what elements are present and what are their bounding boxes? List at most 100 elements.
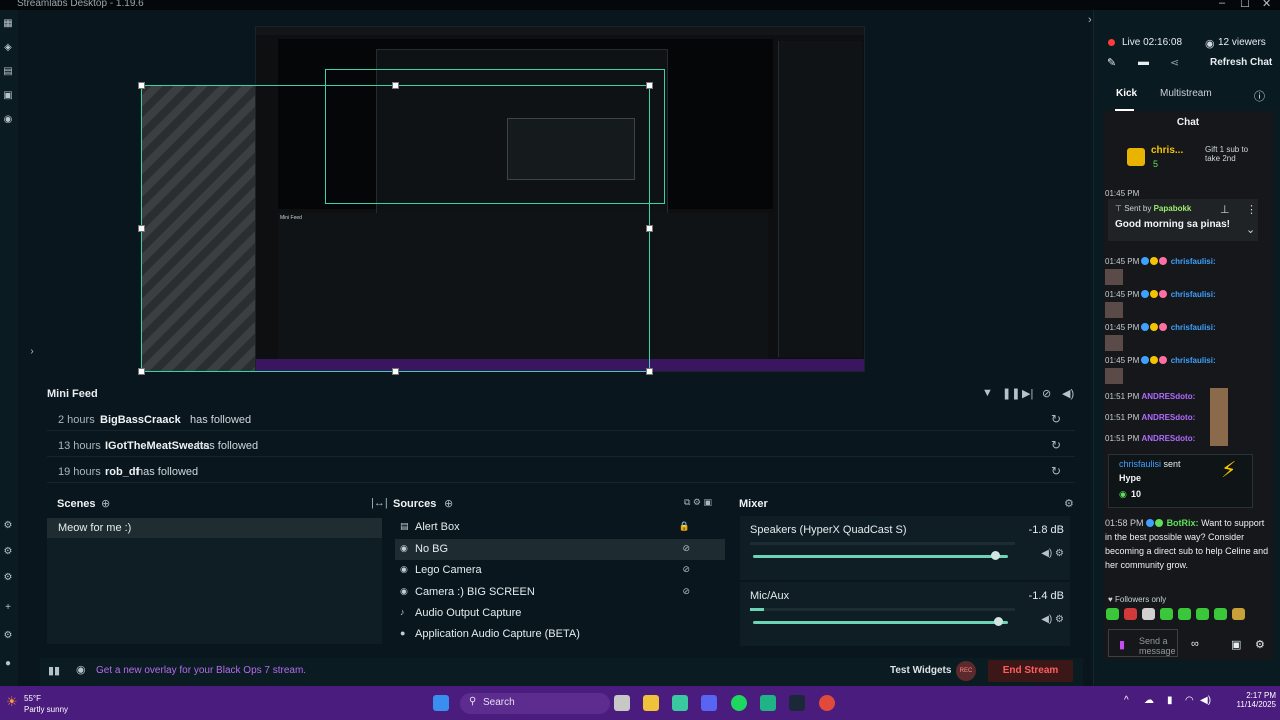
chevron-down-icon[interactable]: ⌄ — [1246, 223, 1255, 236]
link-icon[interactable]: ∞ — [1191, 638, 1199, 650]
stats-icon[interactable]: ▮▮ — [48, 664, 60, 677]
mute-icon[interactable]: ◀) ⚙ — [1041, 548, 1064, 559]
tools-icon[interactable]: ⚙ — [2, 520, 14, 532]
folder-icon[interactable]: ▬ — [1138, 56, 1149, 68]
steam-icon[interactable] — [789, 695, 805, 711]
notification-icon[interactable]: ◉ — [76, 663, 86, 676]
volume-icon[interactable]: ◀) — [1200, 695, 1211, 706]
tab-kick[interactable]: Kick — [1116, 88, 1137, 99]
taskbar-search[interactable]: Search — [460, 693, 610, 714]
share-icon[interactable]: ⋖ — [1170, 56, 1179, 69]
mute-icon[interactable]: ◀) ⚙ — [1041, 614, 1064, 625]
collapse-chat-icon[interactable]: › — [1088, 14, 1092, 26]
mute-alerts-icon[interactable]: ⊘ — [1042, 387, 1051, 400]
source-row[interactable]: ● Application Audio Capture (BETA) — [395, 624, 725, 645]
settings-icon[interactable]: ⚙ — [2, 630, 14, 642]
edit-icon[interactable]: ✎ — [1107, 56, 1116, 69]
source-row[interactable]: ♪ Audio Output Capture — [395, 603, 725, 624]
replay-icon[interactable]: ↻ — [1051, 464, 1061, 478]
task-view-icon[interactable] — [614, 695, 630, 711]
resize-handle[interactable] — [138, 368, 145, 375]
unpin-icon[interactable]: ⊥ — [1220, 203, 1230, 216]
source-row[interactable]: ◉ Lego Camera ⊘ — [395, 560, 725, 581]
profile-icon[interactable]: ● — [2, 658, 14, 670]
followers-only-label: ♥ Followers only — [1108, 595, 1167, 604]
tray-chevron-icon[interactable]: ^ — [1124, 695, 1129, 706]
highlighter-icon[interactable]: ⚙ — [2, 546, 14, 558]
volume-slider[interactable] — [753, 555, 1008, 558]
close-icon[interactable]: ✕ — [1262, 0, 1271, 10]
scenes-title: Scenes — [57, 498, 96, 510]
expand-left-icon[interactable]: › — [26, 346, 38, 358]
store-icon[interactable]: ▤ — [2, 66, 14, 78]
visibility-icon[interactable]: ⊘ — [682, 543, 690, 554]
channel-db: -1.8 dB — [1028, 524, 1064, 536]
volume-knob[interactable] — [993, 617, 1003, 626]
more-icon[interactable]: ⋮ — [1246, 203, 1257, 216]
windows-start-icon[interactable] — [433, 695, 449, 711]
scene-item[interactable]: Meow for me :) — [47, 518, 382, 538]
streamlabs-icon[interactable] — [760, 695, 776, 711]
replay-icon[interactable]: ↻ — [1051, 438, 1061, 452]
add-source-icon[interactable]: ⊕ — [444, 497, 453, 510]
visibility-icon[interactable]: ⊘ — [682, 586, 690, 597]
filter-icon[interactable]: ▼ — [982, 387, 993, 399]
dashboard-icon[interactable]: ▦ — [2, 18, 14, 30]
info-icon[interactable]: ⓘ — [1254, 88, 1265, 104]
volume-icon[interactable]: ◀) — [1062, 387, 1074, 400]
volume-slider[interactable] — [753, 621, 1008, 624]
replay-icon[interactable]: ↻ — [1051, 412, 1061, 426]
app-icon[interactable] — [672, 695, 688, 711]
scene-transition-icon[interactable]: |↔| — [371, 497, 388, 509]
gift-prompt[interactable]: Gift 1 sub to take 2nd — [1205, 145, 1255, 163]
spotify-icon[interactable] — [731, 695, 747, 711]
studio-icon[interactable]: ◉ — [2, 114, 14, 126]
themes-icon[interactable]: ◈ — [2, 42, 14, 54]
resize-handle[interactable] — [138, 225, 145, 232]
resize-handle[interactable] — [392, 82, 399, 89]
source-row[interactable]: ▤ Alert Box 🔒 — [395, 517, 725, 538]
mini-feed-title: Mini Feed — [47, 388, 98, 400]
resize-handle[interactable] — [392, 368, 399, 375]
wifi-icon[interactable]: ◠ — [1185, 695, 1194, 706]
discord-icon[interactable] — [701, 695, 717, 711]
minimize-icon[interactable]: – — [1219, 0, 1225, 9]
resize-handle[interactable] — [138, 82, 145, 89]
source-row[interactable]: ◉ Camera :) BIG SCREEN ⊘ — [395, 582, 725, 603]
maximize-icon[interactable]: ☐ — [1240, 0, 1250, 10]
resize-handle[interactable] — [646, 225, 653, 232]
end-stream-button[interactable]: End Stream — [988, 660, 1073, 682]
overlay-promo-link[interactable]: Get a new overlay for your Black Ops 7 s… — [96, 665, 306, 676]
plus-icon[interactable]: + — [2, 602, 14, 614]
add-scene-icon[interactable]: ⊕ — [101, 497, 110, 510]
live-indicator-icon — [1108, 39, 1115, 46]
emote-bar[interactable] — [1106, 608, 1256, 622]
cloud-icon[interactable]: ☁ — [1144, 695, 1154, 706]
chat-settings-icon[interactable]: ⚙ — [1255, 638, 1265, 651]
record-button[interactable]: REC — [956, 661, 976, 681]
apps-icon[interactable]: ⚙ — [2, 572, 14, 584]
lock-icon[interactable]: 🔒 — [679, 521, 690, 532]
visibility-icon[interactable]: ⊘ — [682, 564, 690, 575]
tab-multistream[interactable]: Multistream — [1160, 88, 1212, 99]
test-widgets-button[interactable]: Test Widgets — [890, 665, 951, 676]
volume-knob[interactable] — [991, 551, 1001, 560]
clock[interactable]: 2:17 PM 11/14/2025 — [1220, 691, 1276, 709]
weather-icon: ☀ — [6, 694, 18, 709]
editor-icon[interactable]: ▣ — [2, 90, 14, 102]
source-row[interactable]: ◉ No BG ⊘ — [395, 539, 725, 560]
refresh-chat-button[interactable]: Refresh Chat — [1210, 57, 1272, 68]
mic-icon[interactable]: ▮ — [1167, 695, 1173, 706]
microphone-icon[interactable]: ▮ — [1119, 638, 1125, 651]
resize-handle[interactable] — [646, 82, 653, 89]
feed-time: 19 hours — [58, 466, 101, 478]
weather-widget[interactable]: 55°F Partly sunny — [24, 693, 68, 715]
skip-icon[interactable]: ▶| — [1022, 387, 1033, 400]
source-folder-icon[interactable]: ⧉ ⚙ ▣ — [684, 497, 712, 508]
mixer-settings-icon[interactable]: ⚙ — [1064, 497, 1074, 510]
store-icon[interactable]: ▣ — [1231, 638, 1241, 651]
file-explorer-icon[interactable] — [643, 695, 659, 711]
chrome-icon[interactable] — [819, 695, 835, 711]
resize-handle[interactable] — [646, 368, 653, 375]
pause-icon[interactable]: ❚❚ — [1002, 387, 1020, 400]
